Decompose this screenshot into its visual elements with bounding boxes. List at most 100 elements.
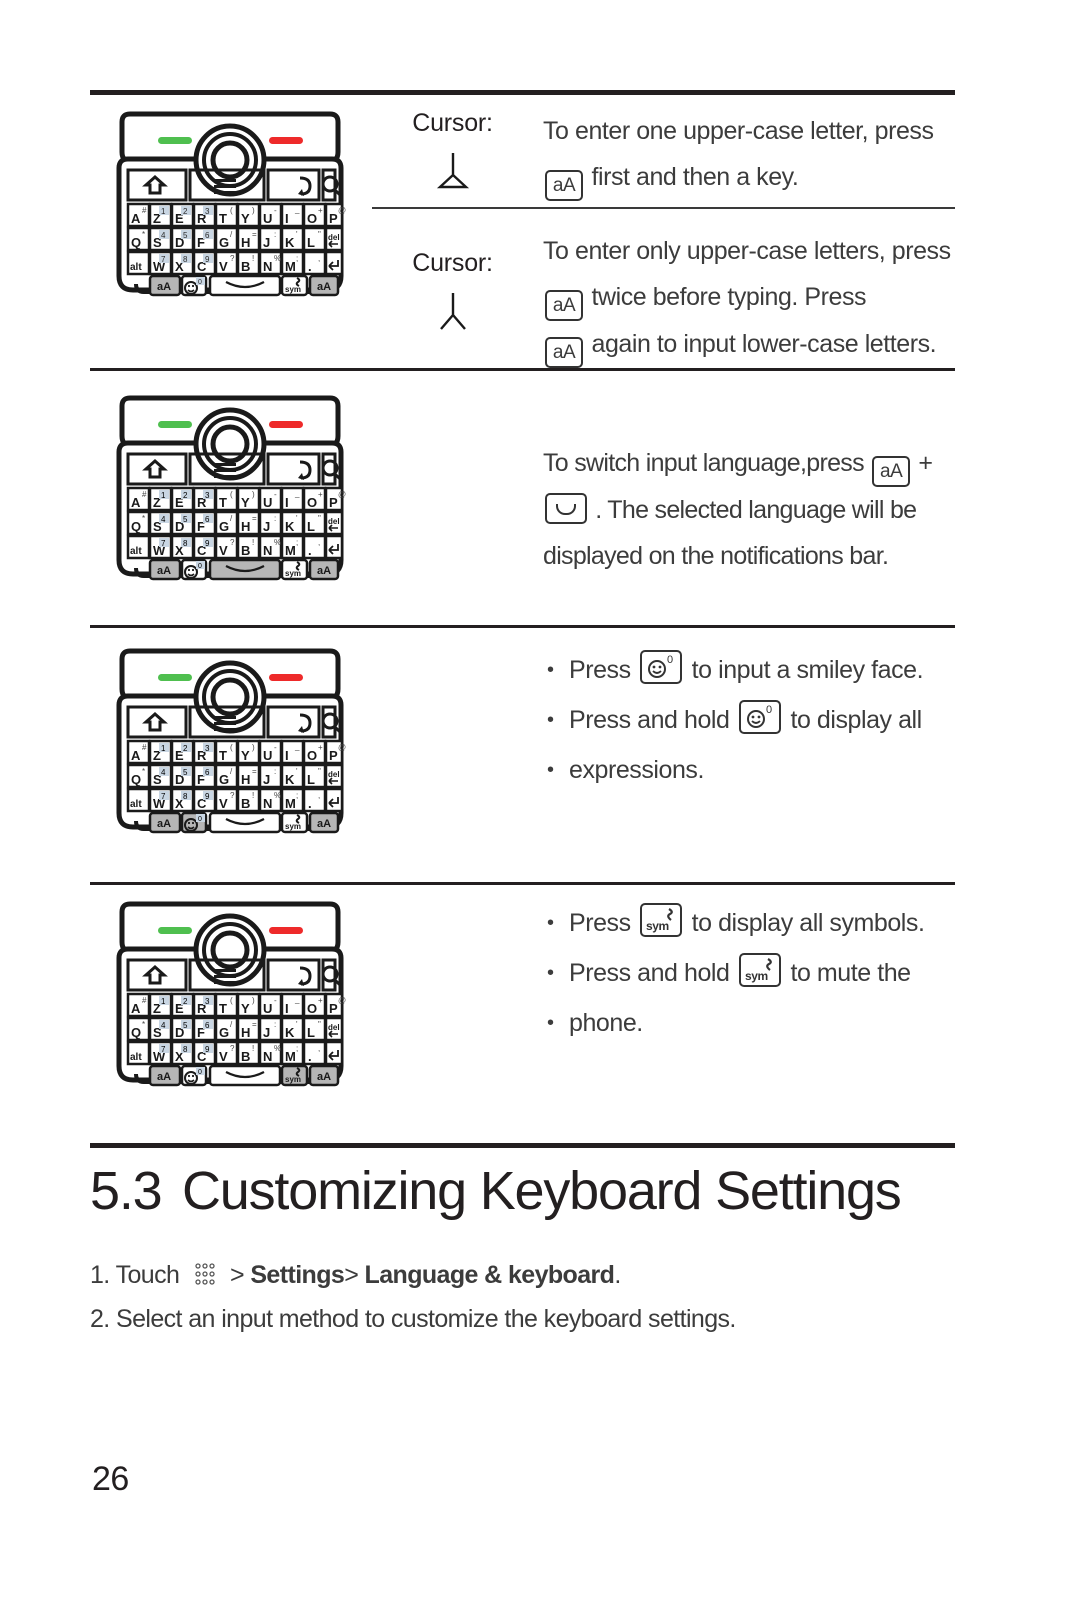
phone-keyboard-diagram: AZE RTY UIOP #() - _ + @ 1 2 3 Q S D F G… bbox=[116, 395, 346, 581]
svg-text:5: 5 bbox=[183, 515, 188, 524]
bullet-continuation-text: phone. bbox=[569, 1009, 643, 1037]
bullet-list: Press sym to display all symbols. Press … bbox=[543, 898, 955, 1048]
svg-text:alt: alt bbox=[130, 546, 142, 557]
svg-text:2: 2 bbox=[183, 491, 188, 500]
svg-text:#: # bbox=[142, 743, 147, 752]
svg-text:G: G bbox=[219, 1025, 229, 1040]
led-green bbox=[158, 137, 192, 144]
bullet-text-after: to mute the bbox=[790, 959, 911, 987]
svg-text:N: N bbox=[263, 543, 272, 558]
instruction-line-1: To enter only upper-case letters, press bbox=[543, 237, 951, 265]
svg-text:;: ; bbox=[296, 538, 298, 547]
cursor-label: Cursor: bbox=[412, 249, 493, 277]
svg-text:%: % bbox=[274, 791, 281, 800]
svg-text:): ) bbox=[252, 206, 255, 215]
svg-text:!: ! bbox=[252, 791, 254, 800]
instruction-text: To switch input language,press aA + . Th… bbox=[535, 392, 955, 579]
svg-text:7: 7 bbox=[161, 539, 166, 548]
step-index: 1. bbox=[90, 1261, 110, 1289]
svg-text:P: P bbox=[329, 495, 338, 510]
svg-text:-: - bbox=[274, 743, 277, 752]
svg-text:%: % bbox=[274, 538, 281, 547]
svg-text:5: 5 bbox=[183, 768, 188, 777]
svg-text:alt: alt bbox=[130, 1052, 142, 1063]
svg-text:9: 9 bbox=[205, 539, 210, 548]
svg-text:T: T bbox=[219, 495, 227, 510]
space-key-icon bbox=[545, 493, 587, 524]
svg-text:7: 7 bbox=[161, 792, 166, 801]
table-row: AZE RTY UIOP #() - _ + @ 1 2 3 Q S D F G… bbox=[90, 645, 955, 840]
svg-text:P: P bbox=[329, 211, 338, 226]
svg-text:8: 8 bbox=[183, 1045, 188, 1054]
divider-top bbox=[90, 90, 955, 95]
app-grid-icon[interactable] bbox=[192, 1258, 218, 1286]
svg-text:aA: aA bbox=[157, 818, 171, 830]
svg-text::: : bbox=[274, 767, 276, 776]
step-prefix: Touch bbox=[115, 1261, 180, 1289]
divider-section bbox=[90, 1143, 955, 1148]
svg-text:+: + bbox=[318, 996, 323, 1005]
page-number: 26 bbox=[92, 1460, 129, 1498]
svg-text:0: 0 bbox=[198, 563, 202, 570]
svg-text:Y: Y bbox=[241, 1001, 250, 1016]
bullet-text-after: to display all symbols. bbox=[691, 909, 925, 937]
table-row: AZE RTY UIOP #() - _ + @ 1 2 3 Q S D F G… bbox=[90, 392, 955, 587]
led-green bbox=[158, 421, 192, 428]
manual-page: AZE RTY UIO P #() - _ + @ 1 2 3 Q S D F … bbox=[0, 0, 1080, 1617]
bullet-text-before: Press and hold bbox=[569, 959, 730, 987]
svg-text:5: 5 bbox=[183, 1021, 188, 1030]
svg-text:O: O bbox=[307, 495, 317, 510]
list-item-continuation: phone. bbox=[543, 998, 955, 1048]
phone-keyboard-diagram: AZE RTY UIOP #() - _ + @ 1 2 3 Q S D F G… bbox=[116, 901, 346, 1087]
svg-text:;: ; bbox=[296, 1044, 298, 1053]
divider-2 bbox=[90, 625, 955, 628]
cursor-label-cell: Cursor: bbox=[370, 228, 535, 340]
svg-text:?: ? bbox=[230, 791, 235, 800]
svg-text:aA: aA bbox=[157, 565, 171, 577]
svg-text:G: G bbox=[219, 772, 229, 787]
svg-text:sym: sym bbox=[646, 919, 669, 933]
svg-text:+: + bbox=[318, 206, 323, 215]
smiley-key-icon: 0 bbox=[738, 700, 781, 734]
svg-text:0: 0 bbox=[766, 704, 772, 716]
list-item: Press and hold 0 to display all bbox=[543, 695, 955, 745]
svg-text:.: . bbox=[308, 796, 312, 811]
list-item: Press sym to display all symbols. bbox=[543, 898, 955, 948]
table-row: Cursor: To enter only upper-case letters… bbox=[90, 228, 955, 368]
svg-text:1: 1 bbox=[161, 997, 166, 1006]
svg-text:I: I bbox=[285, 211, 289, 226]
svg-text:B: B bbox=[241, 1049, 250, 1064]
table-row: AZE RTY UIOP #() - _ + @ 1 2 3 Q S D F G… bbox=[90, 898, 955, 1093]
svg-text:!: ! bbox=[252, 538, 254, 547]
section-number: 5.3 bbox=[90, 1161, 163, 1221]
svg-text:4: 4 bbox=[161, 768, 166, 777]
step-2: 2. Select an input method to customize t… bbox=[90, 1297, 970, 1341]
smiley-key-icon: 0 bbox=[640, 650, 683, 684]
svg-text:_: _ bbox=[294, 742, 300, 751]
svg-text:2: 2 bbox=[183, 997, 188, 1006]
svg-text:O: O bbox=[307, 748, 317, 763]
svg-text:aA: aA bbox=[317, 1071, 331, 1083]
svg-text:9: 9 bbox=[205, 792, 210, 801]
svg-text:P: P bbox=[329, 1001, 338, 1016]
svg-text:H: H bbox=[241, 519, 250, 534]
svg-text:T: T bbox=[219, 211, 227, 226]
sym-key-icon: sym bbox=[738, 953, 781, 987]
svg-text:M: M bbox=[285, 543, 296, 558]
svg-text:M: M bbox=[285, 1049, 296, 1064]
svg-text:3: 3 bbox=[205, 997, 210, 1006]
svg-text:P: P bbox=[329, 748, 338, 763]
svg-text:7: 7 bbox=[161, 1045, 166, 1054]
svg-text:-: - bbox=[274, 996, 277, 1005]
svg-text:V: V bbox=[219, 1049, 228, 1064]
keyboard-illustration-3: AZE RTY UIOP #() - _ + @ 1 2 3 Q S D F G… bbox=[90, 645, 370, 840]
svg-text:6: 6 bbox=[205, 1021, 210, 1030]
svg-text:aA: aA bbox=[317, 818, 331, 830]
svg-text:?: ? bbox=[230, 1044, 235, 1053]
svg-text:T: T bbox=[219, 748, 227, 763]
svg-text:.: . bbox=[308, 1049, 312, 1064]
svg-text:A: A bbox=[131, 748, 141, 763]
svg-text:U: U bbox=[263, 1001, 272, 1016]
svg-text:J: J bbox=[263, 772, 270, 787]
divider-1 bbox=[90, 368, 955, 371]
